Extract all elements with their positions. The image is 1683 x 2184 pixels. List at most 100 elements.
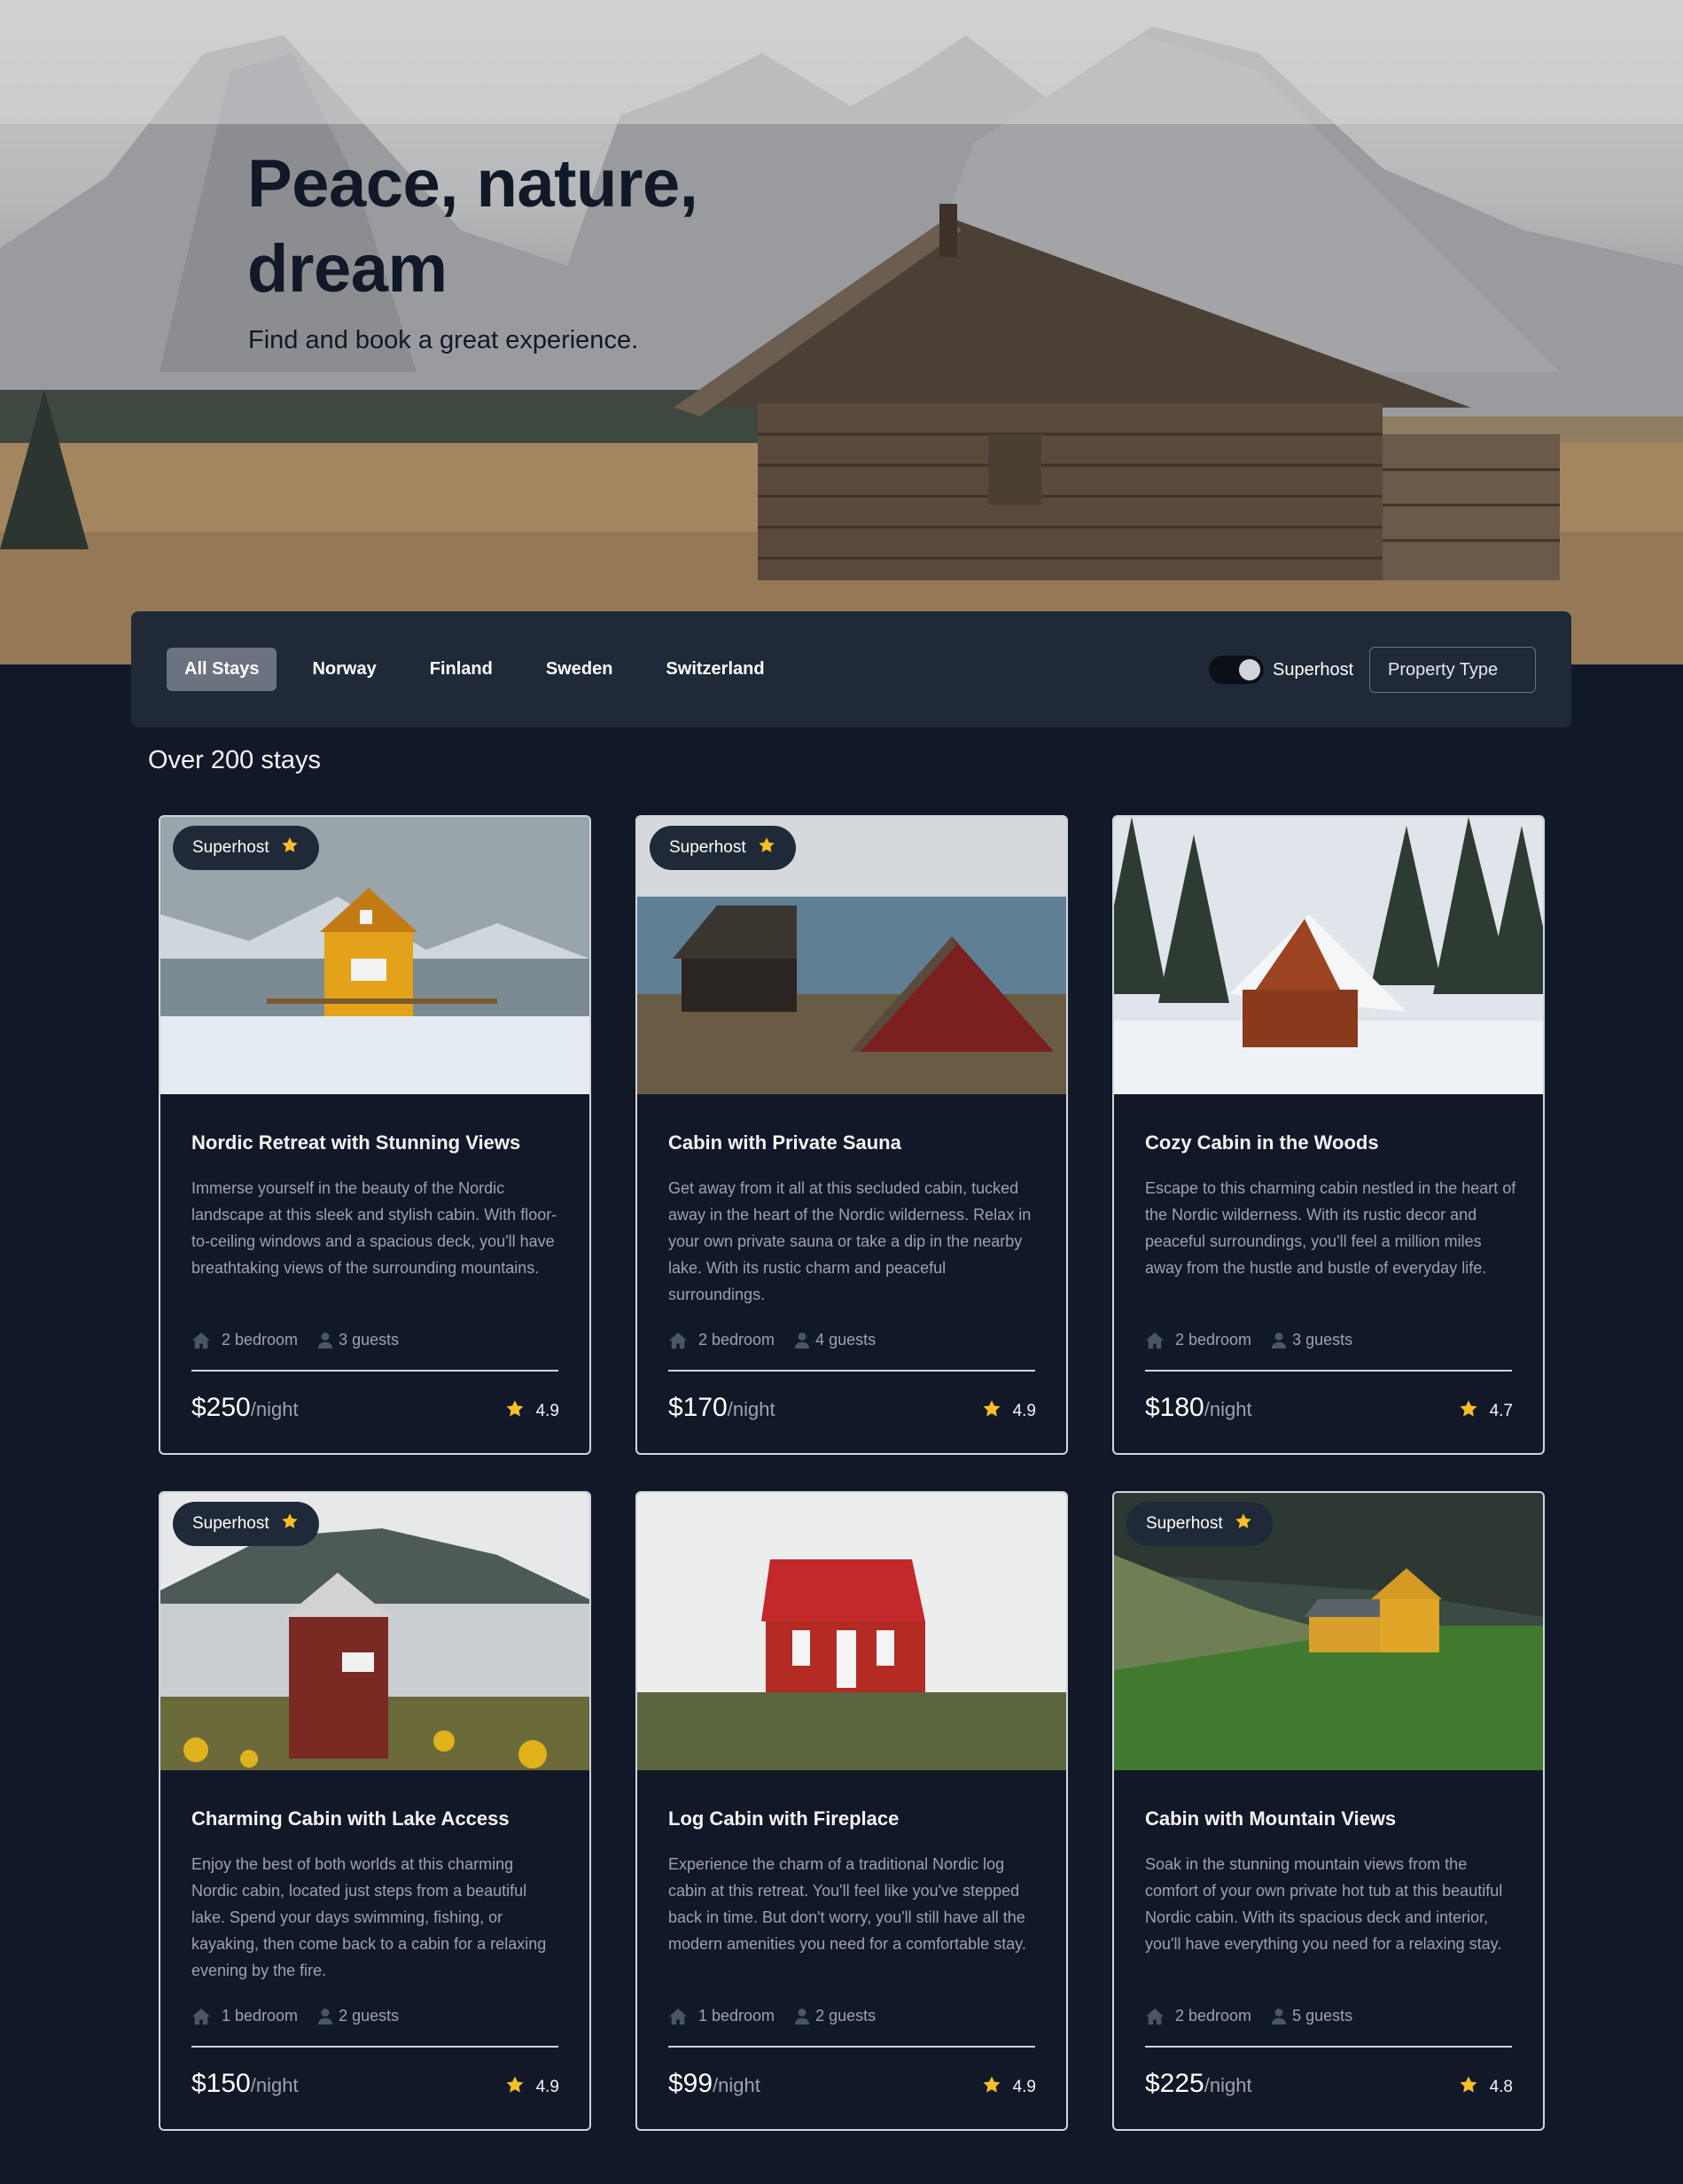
home-icon — [668, 2008, 688, 2025]
listing-rating: 4.9 — [981, 1398, 1036, 1425]
results-count: Over 200 stays — [148, 746, 322, 774]
superhost-badge-label: Superhost — [1146, 1514, 1223, 1533]
superhost-toggle[interactable] — [1209, 656, 1264, 684]
card-divider — [191, 1370, 558, 1372]
listing-photo[interactable] — [1114, 817, 1543, 1094]
listing-title[interactable]: Charming Cabin with Lake Access — [191, 1807, 510, 1830]
guest-info: 5 guests — [1271, 2007, 1352, 2025]
superhost-toggle-label: Superhost — [1273, 659, 1354, 680]
price-amount: $150 — [191, 2069, 251, 2098]
listing-title[interactable]: Log Cabin with Fireplace — [668, 1807, 899, 1830]
price-amount: $99 — [668, 2069, 713, 2098]
card-divider — [668, 2046, 1035, 2048]
hero-title: Peace, nature, dream — [247, 146, 698, 307]
user-icon — [317, 1332, 333, 1349]
listing-card[interactable]: Superhost Cabin with Mountain Views Soak… — [1112, 1491, 1545, 2131]
listing-meta: 2 bedroom 5 guests — [1145, 2007, 1352, 2025]
star-icon — [981, 1398, 1002, 1425]
listing-card[interactable]: Superhost Cabin with Private Sauna Get a… — [635, 815, 1068, 1455]
listing-price: $170/night — [668, 1393, 775, 1423]
star-icon — [504, 2074, 526, 2101]
superhost-badge: Superhost — [1126, 1502, 1273, 1546]
price-unit: /night — [1204, 2074, 1252, 2096]
listing-title[interactable]: Cabin with Mountain Views — [1145, 1807, 1396, 1830]
listing-description: Soak in the stunning mountain views from… — [1145, 1855, 1503, 1953]
listing-description: Get away from it all at this secluded ca… — [668, 1179, 1032, 1303]
price-amount: $180 — [1145, 1393, 1204, 1422]
rating-value: 4.8 — [1489, 2078, 1513, 2096]
listing-title[interactable]: Cabin with Private Sauna — [668, 1131, 901, 1154]
guest-info: 3 guests — [1271, 1331, 1352, 1349]
guest-count: 2 guests — [815, 2007, 877, 2025]
price-amount: $250 — [191, 1393, 251, 1422]
price-unit: /night — [1204, 1398, 1252, 1420]
listing-photo[interactable] — [637, 1493, 1066, 1770]
superhost-badge-label: Superhost — [669, 838, 746, 857]
superhost-badge-label: Superhost — [192, 1514, 269, 1533]
bedroom-count: 2 bedroom — [1175, 1331, 1252, 1348]
home-icon — [1145, 1332, 1165, 1349]
home-icon — [1145, 2008, 1165, 2025]
tab-all-stays[interactable]: All Stays — [167, 648, 277, 691]
listing-price: $250/night — [191, 1393, 299, 1423]
guest-info: 2 guests — [317, 2007, 399, 2025]
listing-description: Experience the charm of a traditional No… — [668, 1855, 1026, 1953]
listing-meta: 1 bedroom 2 guests — [668, 2007, 876, 2025]
guest-info: 2 guests — [794, 2007, 876, 2025]
guest-count: 3 guests — [339, 1331, 400, 1348]
card-divider — [191, 2046, 558, 2048]
price-unit: /night — [727, 1398, 775, 1420]
listing-rating: 4.9 — [504, 2074, 559, 2101]
listing-meta: 1 bedroom 2 guests — [191, 2007, 399, 2025]
guest-count: 5 guests — [1292, 2007, 1353, 2025]
superhost-badge: Superhost — [173, 826, 319, 870]
user-icon — [1271, 1332, 1287, 1349]
rating-value: 4.9 — [535, 2078, 559, 2096]
toggle-knob — [1239, 659, 1260, 680]
listing-meta: 2 bedroom 3 guests — [191, 1331, 399, 1349]
listing-card[interactable]: Superhost Charming Cabin with Lake Acces… — [159, 1491, 591, 2131]
star-icon — [280, 836, 300, 860]
property-type-select[interactable]: Property Type — [1369, 647, 1536, 693]
listing-description: Escape to this charming cabin nestled in… — [1145, 1179, 1516, 1277]
listing-card[interactable]: Superhost Nordic Retreat with Stunning V… — [159, 815, 591, 1455]
tab-sweden[interactable]: Sweden — [528, 648, 631, 691]
listing-description: Immerse yourself in the beauty of the No… — [191, 1179, 557, 1277]
superhost-badge-label: Superhost — [192, 838, 269, 857]
guest-count: 2 guests — [339, 2007, 400, 2025]
listing-rating: 4.9 — [981, 2074, 1036, 2101]
bedroom-count: 2 bedroom — [1175, 2007, 1252, 2025]
listing-meta: 2 bedroom 3 guests — [1145, 1331, 1352, 1349]
listing-description: Enjoy the best of both worlds at this ch… — [191, 1855, 547, 1979]
price-amount: $170 — [668, 1393, 728, 1422]
star-icon — [981, 2074, 1002, 2101]
tab-finland[interactable]: Finland — [412, 648, 510, 691]
guest-count: 4 guests — [815, 1331, 877, 1348]
star-icon — [280, 1512, 300, 1536]
listing-card[interactable]: Log Cabin with Fireplace Experience the … — [635, 1491, 1068, 2131]
user-icon — [794, 2008, 810, 2025]
country-tabs: All Stays Norway Finland Sweden Switzerl… — [167, 648, 800, 691]
listing-title[interactable]: Cozy Cabin in the Woods — [1145, 1131, 1379, 1154]
listing-card[interactable]: Cozy Cabin in the Woods Escape to this c… — [1112, 815, 1545, 1455]
star-icon — [1234, 1512, 1253, 1536]
rating-value: 4.9 — [1012, 1402, 1036, 1420]
listing-title[interactable]: Nordic Retreat with Stunning Views — [191, 1131, 520, 1154]
star-icon — [504, 1398, 526, 1425]
price-unit: /night — [250, 2074, 299, 2096]
superhost-badge: Superhost — [650, 826, 796, 870]
price-unit: /night — [713, 2074, 760, 2096]
bedroom-count: 1 bedroom — [222, 2007, 299, 2025]
star-icon — [1458, 2074, 1479, 2101]
listing-rating: 4.8 — [1458, 2074, 1513, 2101]
guest-count: 3 guests — [1292, 1331, 1353, 1348]
user-icon — [794, 1332, 810, 1349]
user-icon — [317, 2008, 333, 2025]
user-icon — [1271, 2008, 1287, 2025]
filter-bar: All Stays Norway Finland Sweden Switzerl… — [131, 611, 1571, 727]
tab-switzerland[interactable]: Switzerland — [648, 648, 782, 691]
tab-norway[interactable]: Norway — [294, 648, 393, 691]
bedroom-count: 2 bedroom — [698, 1331, 775, 1348]
listing-meta: 2 bedroom 4 guests — [668, 1331, 876, 1349]
listing-price: $225/night — [1145, 2069, 1252, 2099]
